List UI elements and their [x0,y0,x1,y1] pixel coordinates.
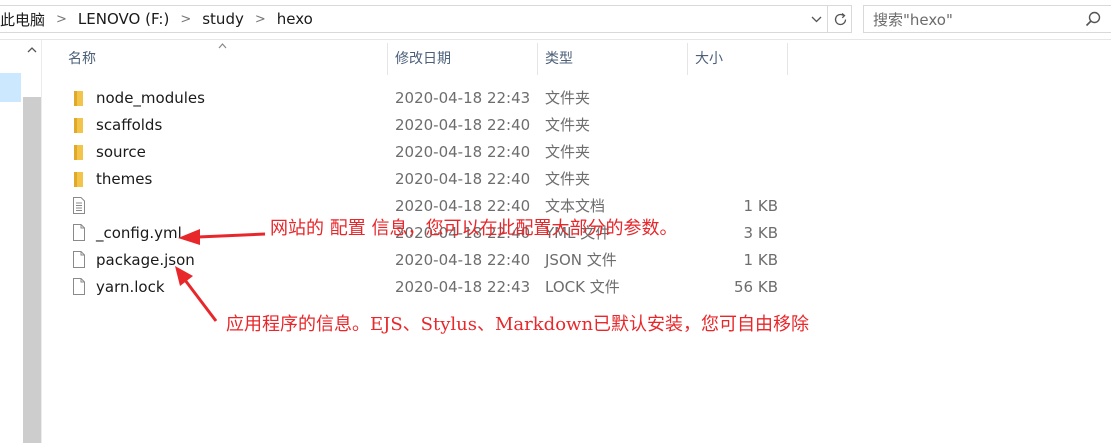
column-size-label: 大小 [695,50,723,67]
column-type-label: 类型 [545,50,573,67]
file-row-node-modules[interactable]: node_modules 2020-04-18 22:43 文件夹 [62,84,802,111]
text-document-icon [73,197,85,214]
file-type: 文件夹 [545,89,591,107]
folder-icon [74,145,83,160]
column-header-type[interactable]: 类型 [545,40,573,75]
column-divider[interactable] [537,43,538,75]
column-header: 名称 修改日期 类型 大小 [42,40,1111,75]
file-type: 文件夹 [545,116,591,134]
breadcrumb-drive[interactable]: LENOVO (F:) [78,10,169,28]
file-size [702,138,778,165]
file-type: LOCK 文件 [545,278,620,296]
file-date: 2020-04-18 22:40 [395,169,531,188]
nav-selected-item[interactable] [0,73,21,102]
file-date: 2020-04-18 22:43 [395,88,531,107]
search-input[interactable]: 搜索"hexo" [863,5,1111,33]
breadcrumb-separator-icon[interactable]: > [169,12,202,27]
folder-icon [74,118,83,133]
file-name: yarn.lock [96,277,165,296]
file-size: 1 KB [743,196,778,215]
folder-icon [74,91,83,106]
file-date: 2020-04-18 22:40 [395,142,531,161]
column-date-label: 修改日期 [395,50,451,67]
sort-ascending-icon [218,39,227,52]
file-size: 3 KB [743,223,778,242]
file-row-package-json[interactable]: package.json 2020-04-18 22:40 JSON 文件 1 … [62,246,802,273]
file-icon [73,251,85,268]
column-divider[interactable] [387,43,388,75]
chevron-down-icon[interactable] [805,6,827,32]
file-date: 2020-04-18 22:43 [395,277,531,296]
breadcrumb-separator-icon[interactable]: > [45,12,78,27]
folder-icon [74,172,83,187]
file-name: node_modules [96,88,205,107]
file-size: 56 KB [734,277,778,296]
breadcrumb-hexo[interactable]: hexo [277,10,313,28]
breadcrumb-separator-icon[interactable]: > [244,12,277,27]
file-size [702,84,778,111]
file-row-themes[interactable]: themes 2020-04-18 22:40 文件夹 [62,165,802,192]
column-name-label: 名称 [68,50,96,67]
column-header-size[interactable]: 大小 [695,40,723,75]
annotation-config: 网站的 配置 信息，您可以在此配置大部分的参数。 [270,218,678,239]
file-size: 1 KB [743,250,778,269]
file-size [702,165,778,192]
file-name: themes [96,169,153,188]
breadcrumb-this-pc[interactable]: 此电脑 [0,9,45,30]
file-name: package.json [96,250,195,269]
search-placeholder: 搜索"hexo" [873,10,953,29]
file-size [702,111,778,138]
file-icon [73,224,85,241]
file-type: 文件夹 [545,143,591,161]
column-divider[interactable] [687,43,688,75]
file-type: JSON 文件 [545,251,617,269]
file-row-source[interactable]: source 2020-04-18 22:40 文件夹 [62,138,802,165]
annotation-package: 应用程序的信息。EJS、Stylus、Markdown已默认安装，您可自由移除 [226,314,810,335]
file-row-scaffolds[interactable]: scaffolds 2020-04-18 22:40 文件夹 [62,111,802,138]
column-divider[interactable] [787,43,788,75]
file-date: 2020-04-18 22:40 [395,115,531,134]
file-type: 文件夹 [545,170,591,188]
column-header-name[interactable]: 名称 [68,40,96,75]
address-bar[interactable]: 此电脑 > LENOVO (F:) > study > hexo [0,5,852,33]
refresh-icon[interactable] [827,6,852,32]
file-name: source [96,142,146,161]
navigation-pane [0,40,42,443]
file-name: _config.yml [96,223,182,242]
file-row-yarn-lock[interactable]: yarn.lock 2020-04-18 22:43 LOCK 文件 56 KB [62,273,802,300]
file-name: scaffolds [96,115,163,134]
nav-scrollbar[interactable] [23,97,41,443]
file-date: 2020-04-18 22:40 [395,250,531,269]
column-header-date[interactable]: 修改日期 [395,40,451,75]
file-icon [73,278,85,295]
scroll-up-icon[interactable] [23,42,41,58]
breadcrumb-study[interactable]: study [202,10,244,28]
search-icon[interactable] [1085,11,1101,27]
address-toolbar: 此电脑 > LENOVO (F:) > study > hexo 搜索"hexo… [0,0,1111,40]
